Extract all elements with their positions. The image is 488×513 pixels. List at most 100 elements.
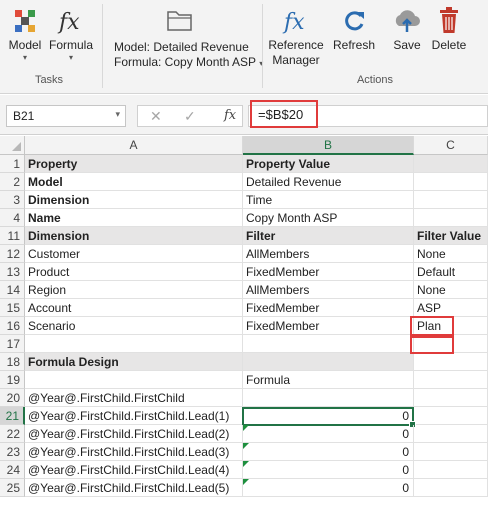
formula-info-dropdown[interactable]: Formula: Copy Month ASP ▾ [114,55,263,69]
cell-b11[interactable]: Filter [243,227,414,245]
cell-c4[interactable] [414,209,488,227]
column-header-c[interactable]: C [414,136,488,155]
cell-a11[interactable]: Dimension [25,227,243,245]
row-header[interactable]: 11 [0,227,25,245]
row-header[interactable]: 16 [0,317,25,335]
cell-c25[interactable] [414,479,488,497]
cell-b4[interactable]: Copy Month ASP [243,209,414,227]
cell-a24[interactable]: @Year@.FirstChild.FirstChild.Lead(4) [25,461,243,479]
cell-b14[interactable]: AllMembers [243,281,414,299]
cell-b3[interactable]: Time [243,191,414,209]
cell-b16[interactable]: FixedMember [243,317,414,335]
row-header[interactable]: 25 [0,479,25,497]
row-header[interactable]: 20 [0,389,25,407]
row-header[interactable]: 3 [0,191,25,209]
fx-icon: fx [282,10,305,35]
cell-b13[interactable]: FixedMember [243,263,414,281]
cell-b19[interactable]: Formula [243,371,414,389]
formula-info: Formula: Copy Month ASP [114,55,256,69]
row-header[interactable]: 21 [0,407,25,425]
cell-a3[interactable]: Dimension [25,191,243,209]
row-header[interactable]: 22 [0,425,25,443]
row-header[interactable]: 17 [0,335,25,353]
row-header[interactable]: 2 [0,173,25,191]
column-header-a[interactable]: A [25,136,243,155]
row-header[interactable]: 23 [0,443,25,461]
cell-c12[interactable]: None [414,245,488,263]
cell-b25[interactable]: 0 [243,479,414,497]
separator [102,4,103,88]
table-row: 20 @Year@.FirstChild.FirstChild [0,389,488,407]
check-icon[interactable]: ✓ [184,108,196,125]
cell-c24[interactable] [414,461,488,479]
insert-function-icon[interactable]: fx [224,108,236,123]
chevron-down-icon: ▾ [22,53,27,62]
cell-c21[interactable] [414,407,488,425]
cell-b17[interactable] [243,335,414,353]
cell-c15[interactable]: ASP [414,299,488,317]
row-header[interactable]: 19 [0,371,25,389]
cell-a23[interactable]: @Year@.FirstChild.FirstChild.Lead(3) [25,443,243,461]
cell-c23[interactable] [414,443,488,461]
cell-a15[interactable]: Account [25,299,243,317]
cell-c3[interactable] [414,191,488,209]
delete-button[interactable]: Delete [428,4,470,53]
cell-c19[interactable] [414,371,488,389]
cell-a19[interactable] [25,371,243,389]
row-header[interactable]: 24 [0,461,25,479]
select-all-corner[interactable] [0,136,25,155]
cell-a16[interactable]: Scenario [25,317,243,335]
cell-a14[interactable]: Region [25,281,243,299]
cell-c13[interactable]: Default [414,263,488,281]
table-row: 14 Region AllMembers None [0,281,488,299]
cell-a20[interactable]: @Year@.FirstChild.FirstChild [25,389,243,407]
row-header[interactable]: 14 [0,281,25,299]
cell-a4[interactable]: Name [25,209,243,227]
refresh-button[interactable]: Refresh [330,4,378,53]
cell-b1[interactable]: Property Value [243,155,414,173]
cell-a2[interactable]: Model [25,173,243,191]
row-header[interactable]: 4 [0,209,25,227]
cell-a18[interactable]: Formula Design [25,353,243,371]
cell-a22[interactable]: @Year@.FirstChild.FirstChild.Lead(2) [25,425,243,443]
cell-a25[interactable]: @Year@.FirstChild.FirstChild.Lead(5) [25,479,243,497]
cell-c1[interactable] [414,155,488,173]
table-row: 25 @Year@.FirstChild.FirstChild.Lead(5) 0 [0,479,488,497]
column-header-b[interactable]: B [243,136,414,155]
name-box[interactable]: B21 ▾ [6,105,126,127]
model-icon [15,10,35,32]
model-button[interactable]: Model ▾ [6,4,44,62]
cell-b23[interactable]: 0 [243,443,414,461]
row-header[interactable]: 13 [0,263,25,281]
save-button[interactable]: Save [389,4,425,53]
cell-b18[interactable] [243,353,414,371]
cell-a21[interactable]: @Year@.FirstChild.FirstChild.Lead(1) [25,407,243,425]
name-box-value: B21 [13,109,35,123]
cell-a1[interactable]: Property [25,155,243,173]
actions-group-label: Actions [356,74,394,86]
cell-a13[interactable]: Product [25,263,243,281]
cell-b15[interactable]: FixedMember [243,299,414,317]
cancel-icon[interactable]: ✕ [150,108,162,125]
cell-c22[interactable] [414,425,488,443]
row-header[interactable]: 1 [0,155,25,173]
cell-c11[interactable]: Filter Value [414,227,488,245]
cell-b12[interactable]: AllMembers [243,245,414,263]
cell-b2[interactable]: Detailed Revenue [243,173,414,191]
model-info: Model: Detailed Revenue [114,40,249,54]
row-header[interactable]: 15 [0,299,25,317]
cell-b22[interactable]: 0 [243,425,414,443]
row-header[interactable]: 12 [0,245,25,263]
cell-c2[interactable] [414,173,488,191]
reference-manager-button[interactable]: fx Reference Manager [266,4,326,68]
cell-c20[interactable] [414,389,488,407]
cell-a12[interactable]: Customer [25,245,243,263]
cell-b20[interactable] [243,389,414,407]
cell-c14[interactable]: None [414,281,488,299]
cell-c18[interactable] [414,353,488,371]
cell-a17[interactable] [25,335,243,353]
cell-b24[interactable]: 0 [243,461,414,479]
formula-button[interactable]: fx Formula ▾ [46,4,96,62]
table-row: 22 @Year@.FirstChild.FirstChild.Lead(2) 0 [0,425,488,443]
row-header[interactable]: 18 [0,353,25,371]
